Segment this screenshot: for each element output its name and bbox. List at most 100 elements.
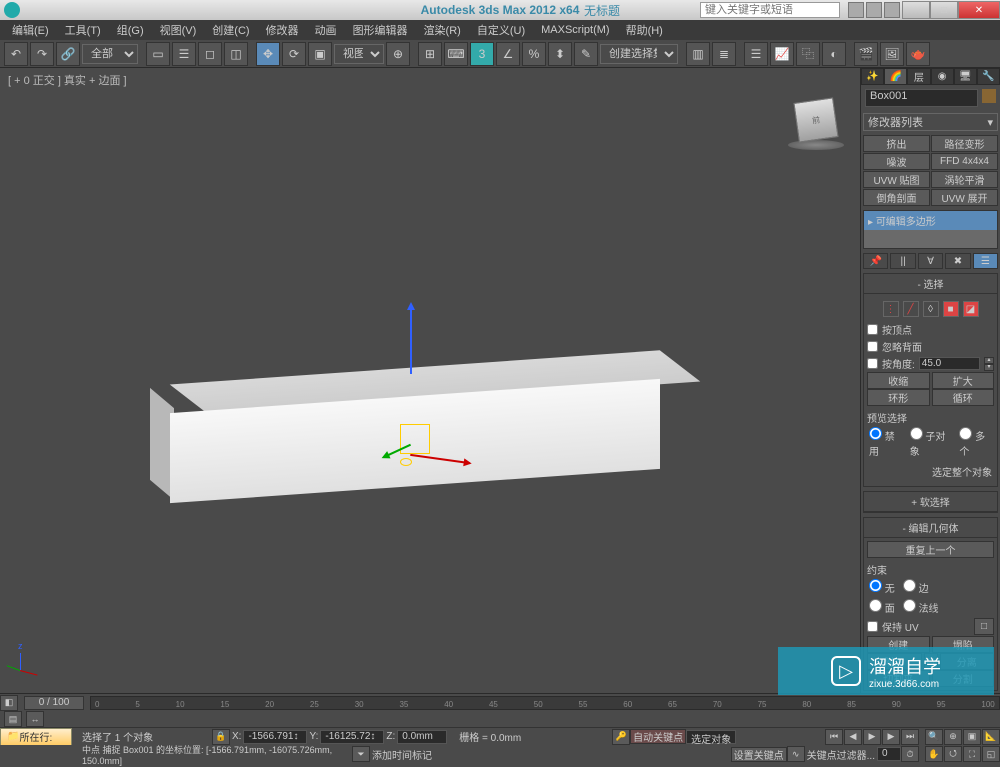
menu-modifiers[interactable]: 修改器 <box>258 20 307 40</box>
stack-item-editable-poly[interactable]: ▸ 可编辑多边形 <box>864 211 997 230</box>
mod-bevelprofile-button[interactable]: 倒角剖面 <box>863 189 930 206</box>
tab-modify-icon[interactable]: 🌈 <box>884 68 907 85</box>
mod-uvwunwrap-button[interactable]: UVW 展开 <box>931 189 998 206</box>
z-coord-field[interactable]: 0.0mm <box>397 730 447 744</box>
track-bar-icon[interactable]: ↔ <box>26 711 44 727</box>
rollout-edit-geom-header[interactable]: - 编辑几何体 <box>864 518 997 538</box>
goto-end-icon[interactable]: ⏭ <box>901 729 919 745</box>
subobj-polygon-icon[interactable]: ■ <box>943 301 959 317</box>
mod-pathdeform-button[interactable]: 路径变形 <box>931 135 998 152</box>
material-editor-icon[interactable]: ◐ <box>822 42 846 66</box>
select-name-icon[interactable]: ☰ <box>172 42 196 66</box>
goto-start-icon[interactable]: ⏮ <box>825 729 843 745</box>
preserve-uv-checkbox[interactable] <box>867 621 878 632</box>
redo-icon[interactable]: ↷ <box>30 42 54 66</box>
menu-views[interactable]: 视图(V) <box>152 20 205 40</box>
schematic-icon[interactable]: ⿻ <box>796 42 820 66</box>
search-input[interactable] <box>700 2 840 18</box>
subobj-vertex-icon[interactable]: ⋮ <box>883 301 899 317</box>
auto-key-button[interactable]: 自动关键点 <box>630 729 686 744</box>
tab-display-icon[interactable]: 🖥 <box>954 68 977 85</box>
viewcube[interactable]: 前 <box>788 96 844 152</box>
remove-mod-icon[interactable]: ✖ <box>945 253 970 269</box>
spin-up-icon[interactable]: ▴ <box>984 357 994 364</box>
repeat-last-button[interactable]: 重复上一个 <box>867 541 994 558</box>
subobj-border-icon[interactable]: ◊ <box>923 301 939 317</box>
time-track[interactable]: 0510152025303540455055606570758085909510… <box>90 696 1000 710</box>
rollout-soft-sel-header[interactable]: + 软选择 <box>864 492 997 512</box>
menu-group[interactable]: 组(G) <box>109 20 152 40</box>
menu-animation[interactable]: 动画 <box>307 20 345 40</box>
preview-subobj-radio[interactable] <box>910 427 923 440</box>
object-name-field[interactable]: Box001 <box>865 89 978 107</box>
render-setup-icon[interactable]: 🎬 <box>854 42 878 66</box>
info-icon[interactable] <box>884 2 900 18</box>
gizmo-xy-plane-icon[interactable] <box>400 424 430 454</box>
show-result-icon[interactable]: || <box>890 253 915 269</box>
configure-sets-icon[interactable]: ☰ <box>973 253 998 269</box>
menu-edit[interactable]: 编辑(E) <box>4 20 57 40</box>
percent-snap-icon[interactable]: % <box>522 42 546 66</box>
minimize-button[interactable]: ─ <box>902 1 930 19</box>
current-frame-field[interactable]: 0 <box>877 747 901 761</box>
link-icon[interactable]: 🔗 <box>56 42 80 66</box>
selection-filter-dropdown[interactable]: 全部 <box>82 44 138 64</box>
help-icon[interactable] <box>848 2 864 18</box>
viewport-label[interactable]: [ + 0 正交 ] 真实 + 边面 ] <box>8 72 127 88</box>
pan-icon[interactable]: ✋ <box>925 746 943 762</box>
time-config-icon[interactable]: ⏱ <box>901 746 919 762</box>
grow-button[interactable]: 扩大 <box>932 372 995 389</box>
shrink-button[interactable]: 收缩 <box>867 372 930 389</box>
min-max-toggle-icon[interactable]: ◱ <box>982 746 1000 762</box>
constraint-normal-radio[interactable] <box>903 599 916 612</box>
window-crossing-icon[interactable]: ◫ <box>224 42 248 66</box>
object-color-swatch[interactable] <box>982 89 996 103</box>
menu-graph-editors[interactable]: 图形编辑器 <box>345 20 416 40</box>
preview-multi-radio[interactable] <box>959 427 972 440</box>
curve-editor-icon[interactable]: 📈 <box>770 42 794 66</box>
mod-extrude-button[interactable]: 挤出 <box>863 135 930 152</box>
maximize-viewport-icon[interactable]: ⛶ <box>963 746 981 762</box>
y-coord-field[interactable]: -16125.72↕ <box>320 730 384 744</box>
key-filters-icon[interactable]: ∿ <box>787 746 805 762</box>
tab-motion-icon[interactable]: ◉ <box>931 68 954 85</box>
manipulate-icon[interactable]: ⊞ <box>418 42 442 66</box>
menu-customize[interactable]: 自定义(U) <box>469 20 533 40</box>
next-frame-icon[interactable]: ▶ <box>882 729 900 745</box>
gizmo-y-axis-icon[interactable] <box>410 304 412 374</box>
zoom-all-icon[interactable]: ⊕ <box>944 729 962 745</box>
preview-off-radio[interactable] <box>869 427 882 440</box>
tab-hierarchy-icon[interactable]: 层 <box>907 68 930 85</box>
zoom-extents-icon[interactable]: ▣ <box>963 729 981 745</box>
render-frame-icon[interactable]: 🖼 <box>880 42 904 66</box>
viewcube-base-icon[interactable] <box>788 140 844 150</box>
menu-tools[interactable]: 工具(T) <box>57 20 109 40</box>
prev-frame-icon[interactable]: ◀ <box>844 729 862 745</box>
app-logo-icon[interactable] <box>4 2 20 18</box>
rollout-selection-header[interactable]: - 选择 <box>864 274 997 294</box>
snap-toggle-icon[interactable]: 3 <box>470 42 494 66</box>
fov-icon[interactable]: 📐 <box>982 729 1000 745</box>
ignore-backfacing-checkbox[interactable] <box>867 341 878 352</box>
viewport[interactable]: [ + 0 正交 ] 真实 + 边面 ] 前 <box>0 68 860 693</box>
constraint-none-radio[interactable] <box>869 579 882 592</box>
spin-down-icon[interactable]: ▾ <box>984 364 994 371</box>
prompt-icon[interactable]: ⏷ <box>352 746 370 762</box>
constraint-edge-radio[interactable] <box>903 579 916 592</box>
render-icon[interactable]: 🫖 <box>906 42 930 66</box>
x-coord-field[interactable]: -1566.791↕ <box>243 730 307 744</box>
make-unique-icon[interactable]: ∀ <box>918 253 943 269</box>
select-region-icon[interactable]: ◻ <box>198 42 222 66</box>
close-button[interactable]: ✕ <box>958 1 1000 19</box>
select-icon[interactable]: ▭ <box>146 42 170 66</box>
mod-uvwmap-button[interactable]: UVW 贴图 <box>863 171 930 188</box>
move-icon[interactable]: ✥ <box>256 42 280 66</box>
tab-utilities-icon[interactable]: 🔧 <box>977 68 1000 85</box>
mod-turbosmooth-button[interactable]: 涡轮平滑 <box>931 171 998 188</box>
modifier-list-dropdown[interactable]: 修改器列表▾ <box>863 113 998 131</box>
layer-dropdown[interactable]: 📁 所在行: <box>0 728 72 746</box>
ref-coord-dropdown[interactable]: 视图 <box>334 44 384 64</box>
layers-icon[interactable]: ☰ <box>744 42 768 66</box>
keyboard-icon[interactable]: ⌨ <box>444 42 468 66</box>
angle-snap-icon[interactable]: ∠ <box>496 42 520 66</box>
